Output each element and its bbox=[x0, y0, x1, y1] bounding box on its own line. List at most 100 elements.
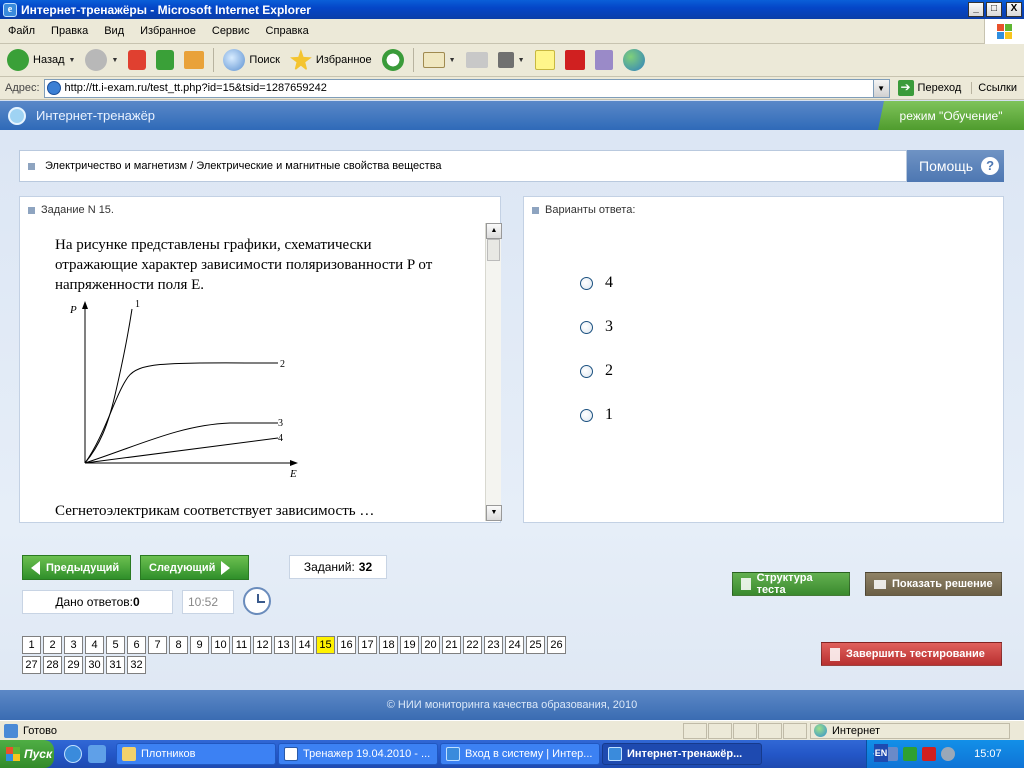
messenger-button[interactable] bbox=[620, 46, 648, 74]
finish-test-button[interactable]: Завершить тестирование bbox=[821, 642, 1002, 666]
speaker-icon[interactable] bbox=[941, 747, 956, 761]
page-button[interactable]: 9 bbox=[190, 636, 209, 654]
answer-option[interactable]: 2 bbox=[580, 349, 613, 393]
window-title: Интернет-тренажёры - Microsoft Internet … bbox=[21, 2, 311, 17]
tray-app-icon[interactable] bbox=[903, 747, 918, 761]
page-button[interactable]: 11 bbox=[232, 636, 251, 654]
page-status-icon bbox=[4, 723, 18, 738]
show-solution-button[interactable]: Показать решение bbox=[865, 572, 1002, 596]
favorites-button[interactable]: Избранное bbox=[287, 46, 375, 74]
page-button[interactable]: 14 bbox=[295, 636, 314, 654]
history-button[interactable] bbox=[379, 46, 407, 74]
desktop-icon[interactable] bbox=[88, 745, 106, 763]
previous-button[interactable]: Предыдущий bbox=[22, 555, 131, 580]
home-button[interactable] bbox=[181, 46, 207, 74]
next-button[interactable]: Следующий bbox=[140, 555, 249, 580]
page-button[interactable]: 25 bbox=[526, 636, 545, 654]
page-button[interactable]: 6 bbox=[127, 636, 146, 654]
minimize-button[interactable]: _ bbox=[968, 2, 984, 17]
menu-favorites[interactable]: Избранное bbox=[132, 25, 204, 37]
scroll-down-icon[interactable]: ▼ bbox=[486, 505, 502, 521]
ie-icon[interactable] bbox=[64, 745, 82, 763]
forward-button[interactable]: ▼ bbox=[82, 46, 121, 74]
status-cell bbox=[683, 722, 707, 739]
page-button[interactable]: 19 bbox=[400, 636, 419, 654]
scroll-up-icon[interactable]: ▲ bbox=[486, 223, 502, 239]
address-dropdown-icon[interactable]: ▼ bbox=[872, 79, 889, 97]
page-button[interactable]: 23 bbox=[484, 636, 503, 654]
kaspersky-button[interactable] bbox=[562, 46, 588, 74]
address-url[interactable]: http://tt.i-exam.ru/test_tt.php?id=15&ts… bbox=[65, 82, 873, 94]
scroll-track[interactable] bbox=[486, 239, 501, 505]
page-button[interactable]: 15 bbox=[316, 636, 335, 654]
page-button[interactable]: 18 bbox=[379, 636, 398, 654]
research-button[interactable] bbox=[592, 46, 616, 74]
timer: 10:52 bbox=[182, 590, 234, 614]
page-button[interactable]: 22 bbox=[463, 636, 482, 654]
page-button[interactable]: 29 bbox=[64, 656, 83, 674]
answer-radio[interactable] bbox=[580, 364, 593, 378]
test-structure-button[interactable]: Структура теста bbox=[732, 572, 850, 596]
answer-radio[interactable] bbox=[580, 276, 593, 290]
edit-button[interactable]: ▼ bbox=[495, 46, 528, 74]
page-button[interactable]: 5 bbox=[106, 636, 125, 654]
back-button[interactable]: Назад ▼ bbox=[4, 46, 78, 74]
search-button[interactable]: Поиск bbox=[220, 46, 282, 74]
taskbar-item-login[interactable]: Вход в систему | Интер... bbox=[440, 743, 600, 765]
help-button[interactable]: Помощь ? bbox=[907, 150, 1004, 182]
print-button[interactable] bbox=[463, 46, 491, 74]
menu-view[interactable]: Вид bbox=[96, 25, 132, 37]
task-scrollbar[interactable]: ▲ ▼ bbox=[485, 223, 502, 521]
menu-tools[interactable]: Сервис bbox=[204, 25, 258, 37]
page-button[interactable]: 1 bbox=[22, 636, 41, 654]
page-button[interactable]: 24 bbox=[505, 636, 524, 654]
page-button[interactable]: 30 bbox=[85, 656, 104, 674]
book-icon bbox=[874, 579, 886, 589]
page-button[interactable]: 8 bbox=[169, 636, 188, 654]
answer-option[interactable]: 4 bbox=[580, 261, 613, 305]
page-button[interactable]: 32 bbox=[127, 656, 146, 674]
page-button[interactable]: 3 bbox=[64, 636, 83, 654]
answer-list: 4 3 2 1 bbox=[580, 261, 613, 437]
refresh-button[interactable] bbox=[153, 46, 177, 74]
page-button[interactable]: 28 bbox=[43, 656, 62, 674]
page-button[interactable]: 26 bbox=[547, 636, 566, 654]
page-button[interactable]: 2 bbox=[43, 636, 62, 654]
language-indicator[interactable]: EN bbox=[874, 744, 888, 762]
scroll-thumb[interactable] bbox=[487, 239, 500, 261]
maximize-button[interactable]: □ bbox=[986, 2, 1002, 17]
note-button[interactable] bbox=[532, 46, 558, 74]
curve-2 bbox=[84, 362, 279, 464]
start-button[interactable]: Пуск bbox=[0, 740, 54, 768]
close-button[interactable]: X bbox=[1006, 2, 1022, 17]
kaspersky-icon[interactable] bbox=[922, 747, 937, 761]
answer-option[interactable]: 1 bbox=[580, 393, 613, 437]
page-button[interactable]: 20 bbox=[421, 636, 440, 654]
page-button[interactable]: 4 bbox=[85, 636, 104, 654]
page-button[interactable]: 27 bbox=[22, 656, 41, 674]
page-button[interactable]: 13 bbox=[274, 636, 293, 654]
solution-label: Показать решение bbox=[892, 578, 993, 590]
taskbar-item-trainer[interactable]: Интернет-тренажёр... bbox=[602, 743, 762, 765]
menu-edit[interactable]: Правка bbox=[43, 25, 96, 37]
links-button[interactable]: Ссылки bbox=[971, 82, 1017, 94]
mail-button[interactable]: ▼ bbox=[420, 46, 459, 74]
taskbar-item-folder[interactable]: Плотников bbox=[116, 743, 276, 765]
taskbar-item-word[interactable]: Тренажер 19.04.2010 - ... bbox=[278, 743, 438, 765]
answer-radio[interactable] bbox=[580, 320, 593, 334]
answer-radio[interactable] bbox=[580, 408, 593, 422]
address-input[interactable]: http://tt.i-exam.ru/test_tt.php?id=15&ts… bbox=[43, 78, 890, 98]
answer-option[interactable]: 3 bbox=[580, 305, 613, 349]
menu-help[interactable]: Справка bbox=[258, 25, 317, 37]
system-tray: « 15:07 bbox=[866, 740, 1024, 768]
page-button[interactable]: 16 bbox=[337, 636, 356, 654]
stop-button[interactable] bbox=[125, 46, 149, 74]
page-button[interactable]: 12 bbox=[253, 636, 272, 654]
go-button[interactable]: ➔ Переход bbox=[897, 80, 961, 96]
page-button[interactable]: 17 bbox=[358, 636, 377, 654]
page-button[interactable]: 21 bbox=[442, 636, 461, 654]
menu-file[interactable]: Файл bbox=[0, 25, 43, 37]
page-button[interactable]: 7 bbox=[148, 636, 167, 654]
page-button[interactable]: 31 bbox=[106, 656, 125, 674]
page-button[interactable]: 10 bbox=[211, 636, 230, 654]
